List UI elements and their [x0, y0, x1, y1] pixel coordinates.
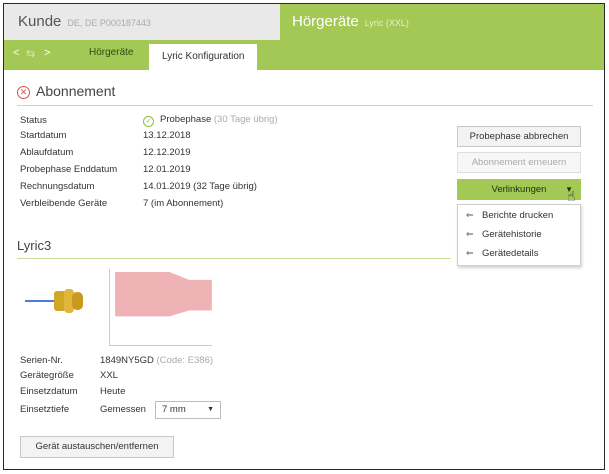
verbleibende-geraete-label: Verbleibende Geräte: [20, 198, 108, 209]
device-header: Hörgeräte Lyric (XXL): [280, 4, 604, 40]
geraetegroesse-value: XXL: [100, 370, 118, 381]
rechnungsdatum-value: 14.01.2019 (32 Tage übrig): [143, 181, 257, 192]
einsetztiefe-mode: Gemessen: [100, 404, 146, 415]
einsetztiefe-select[interactable]: 7 mm ▼: [155, 401, 221, 419]
verlinkungen-dropdown-button[interactable]: Verlinkungen ▼: [457, 179, 581, 200]
tab-hoergeraete[interactable]: Hörgeräte: [89, 47, 133, 58]
back-button[interactable]: <: [13, 47, 19, 59]
tab-bar: < ⇆ > Hörgeräte Lyric Konfiguration: [4, 40, 604, 70]
hand-cursor-icon: ☝: [567, 188, 576, 204]
device-model: Lyric (XXL): [364, 18, 409, 28]
customer-title-label: Kunde: [18, 13, 62, 30]
abonnement-title: Abonnement: [36, 83, 116, 99]
hearing-aid-device-icon: [25, 289, 83, 313]
einsetzdatum-value: Heute: [100, 386, 126, 397]
serien-nr-label: Serien-Nr.: [20, 355, 63, 366]
status-value: ✓ Probephase (30 Tage übrig): [143, 114, 278, 127]
ablaufdatum-value: 12.12.2019: [143, 147, 191, 158]
verbleibende-geraete-value: 7 (im Abonnement): [143, 198, 224, 209]
status-text: Probephase: [160, 114, 212, 125]
startdatum-value: 13.12.2018: [143, 130, 191, 141]
einsetztiefe-label: Einsetztiefe: [20, 404, 70, 415]
geraet-austauschen-button[interactable]: Gerät austauschen/entfernen: [20, 436, 174, 458]
serien-nr-value: 1849NY5GD (Code: E386): [100, 355, 213, 366]
serien-nr-text: 1849NY5GD: [100, 355, 154, 366]
customer-id: DE, DE P000187443: [67, 18, 151, 28]
abonnement-erneuern-button[interactable]: Abonnement erneuern: [457, 152, 581, 173]
verlinkungen-menu: ⇐ Berichte drucken ⇐ Gerätehistorie ⇐ Gerät…: [457, 204, 581, 266]
ear-canal-shape: [115, 271, 212, 317]
device-title-label: Hörgeräte: [292, 13, 359, 30]
probephase-enddatum-value: 12.01.2019: [143, 164, 191, 175]
menu-item-label: Berichte drucken: [482, 210, 554, 221]
error-circle-icon: ✕: [17, 86, 30, 99]
menu-item-geraetedetails[interactable]: ⇐ Gerätedetails: [466, 248, 539, 259]
insertion-depth-diagram: [109, 269, 212, 346]
menu-item-label: Gerätedetails: [482, 248, 539, 259]
rechnungsdatum-label: Rechnungsdatum: [20, 181, 95, 192]
lyric-divider: [17, 258, 451, 259]
tab-lyric-konfiguration[interactable]: Lyric Konfiguration: [149, 44, 258, 70]
swap-icon[interactable]: ⇆: [26, 47, 35, 60]
ablaufdatum-label: Ablaufdatum: [20, 147, 74, 158]
abonnement-divider: [17, 105, 593, 106]
geraetegroesse-label: Gerätegröße: [20, 370, 74, 381]
caret-down-icon: ▼: [207, 406, 214, 413]
status-label: Status: [20, 115, 47, 126]
einsetztiefe-select-value: 7 mm: [162, 404, 186, 415]
check-circle-icon: ✓: [143, 116, 154, 127]
link-icon: ⇐: [466, 229, 474, 239]
customer-header: Kunde DE, DE P000187443: [4, 4, 280, 40]
menu-item-label: Gerätehistorie: [482, 229, 542, 240]
customer-title: Kunde DE, DE P000187443: [18, 13, 151, 30]
menu-item-berichte-drucken[interactable]: ⇐ Berichte drucken: [466, 210, 553, 221]
lyric-heading: Lyric3: [17, 238, 52, 253]
link-icon: ⇐: [466, 248, 474, 258]
menu-item-geraetehistorie[interactable]: ⇐ Gerätehistorie: [466, 229, 542, 240]
device-title: Hörgeräte Lyric (XXL): [292, 13, 409, 30]
forward-button[interactable]: >: [44, 47, 50, 59]
startdatum-label: Startdatum: [20, 130, 67, 141]
abonnement-heading: ✕ Abonnement: [17, 83, 115, 99]
probephase-abbrechen-button[interactable]: Probephase abbrechen: [457, 126, 581, 147]
einsetzdatum-label: Einsetzdatum: [20, 386, 78, 397]
app-window: Kunde DE, DE P000187443 Hörgeräte Lyric (X…: [3, 3, 605, 470]
probephase-enddatum-label: Probephase Enddatum: [20, 164, 118, 175]
serien-nr-code: (Code: E386): [156, 355, 214, 366]
status-note: (30 Tage übrig): [213, 114, 278, 125]
verlinkungen-label: Verlinkungen: [491, 184, 547, 195]
link-icon: ⇐: [466, 210, 474, 220]
